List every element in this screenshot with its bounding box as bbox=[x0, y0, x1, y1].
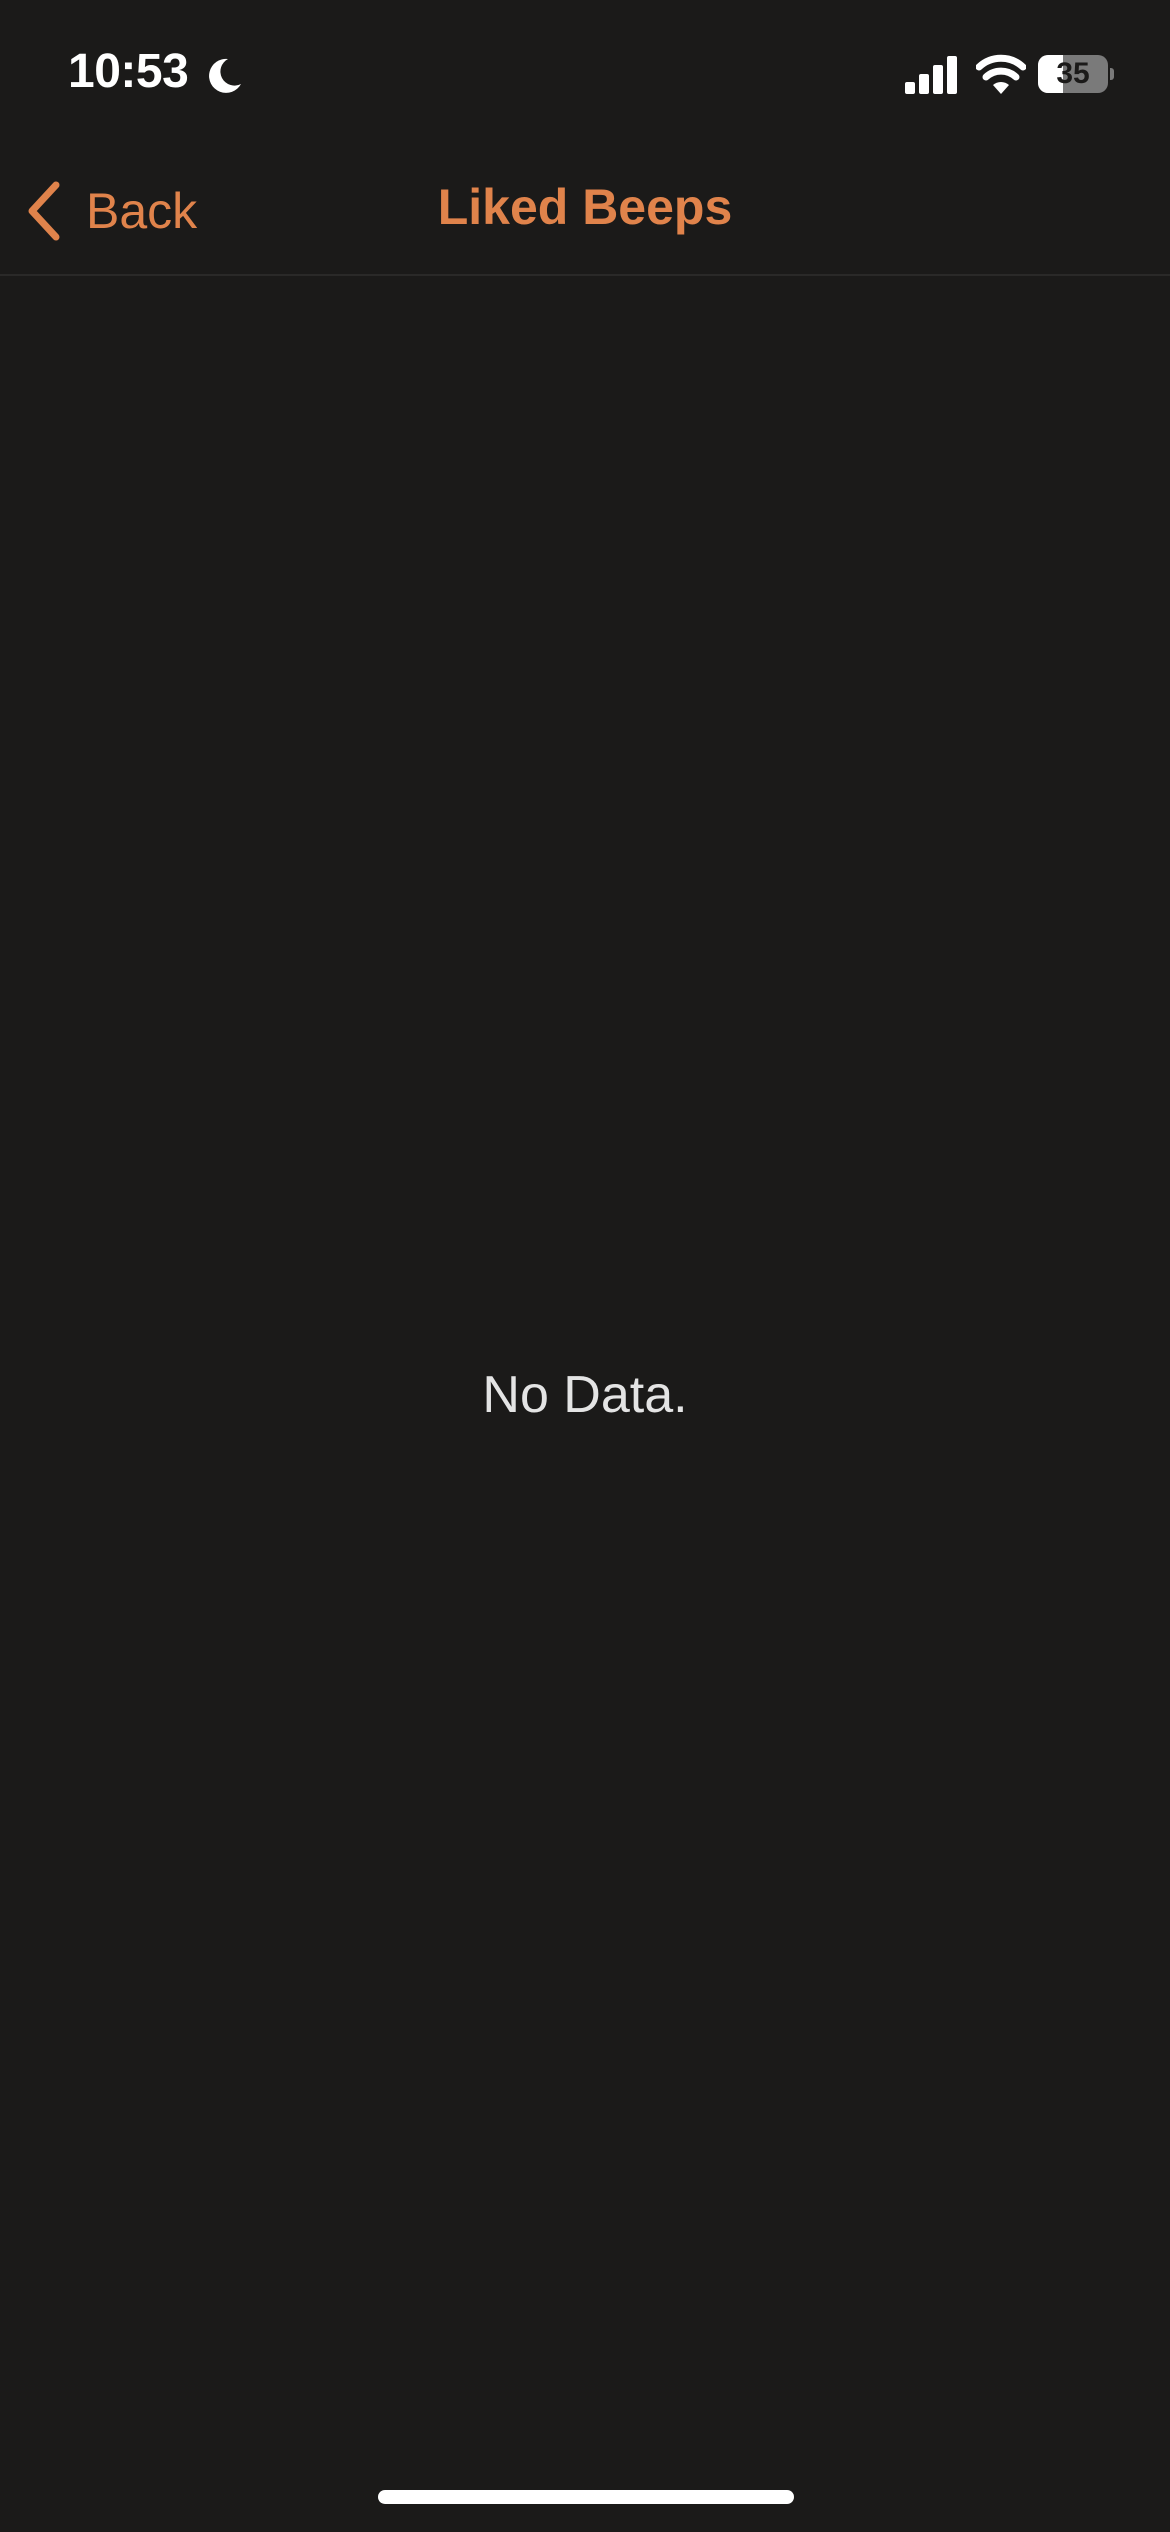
empty-state-message: No Data. bbox=[482, 1366, 688, 1424]
cellular-signal-icon bbox=[905, 56, 957, 94]
wifi-icon bbox=[976, 54, 1026, 94]
home-indicator[interactable] bbox=[378, 2490, 794, 2504]
status-time: 10:53 bbox=[68, 45, 189, 98]
page-title: Liked Beeps bbox=[437, 179, 733, 235]
battery-level: 35 bbox=[1056, 57, 1090, 90]
navigation-bar: Back Liked Beeps bbox=[0, 150, 1170, 276]
status-bar: 10:53 35 bbox=[0, 0, 1170, 150]
moon-icon bbox=[209, 58, 241, 93]
battery-icon: 35 bbox=[1038, 55, 1114, 93]
